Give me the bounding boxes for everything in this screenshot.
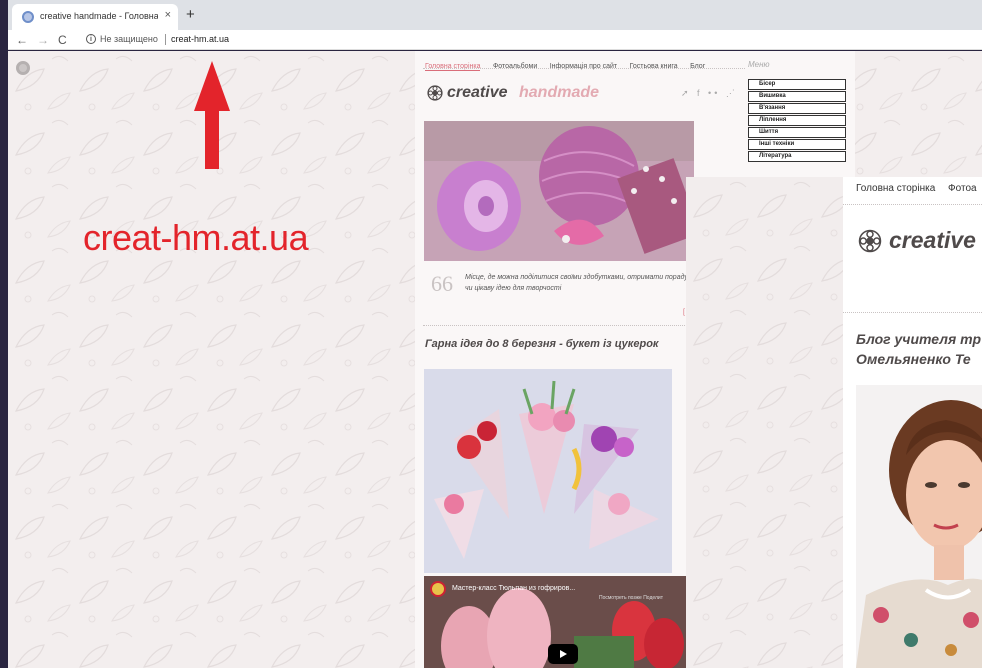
site-nav-item-home[interactable]: Головна сторінка (425, 63, 481, 71)
forward-button[interactable]: → (37, 33, 49, 47)
info-icon[interactable]: i (86, 34, 96, 44)
video-actions[interactable]: Посмотреть позже Поделит (599, 595, 663, 601)
menu-item-beads[interactable]: Бісер (748, 79, 846, 90)
hero-ribbons-image (424, 121, 694, 261)
site-nav-item-albums[interactable]: Фотоа (948, 183, 977, 194)
social-icons[interactable]: ➚ f •• ⋰ (681, 88, 738, 99)
quote-icon: 66 (431, 271, 453, 296)
author-portrait-image (856, 385, 982, 668)
arrow-up-icon (194, 61, 230, 169)
new-tab-button[interactable]: + (186, 6, 195, 23)
category-menu: Бісер Вишивка В'язання Ліплення Шиття Ін… (748, 79, 846, 163)
zoomed-content: Головна сторінка Фотоа creative Блог учи… (843, 177, 982, 668)
flower-logo-icon (427, 85, 443, 101)
menu-item-embroidery[interactable]: Вишивка (748, 91, 846, 102)
reload-button[interactable]: C (58, 33, 67, 47)
menu-title: Меню (748, 60, 770, 69)
address-bar[interactable]: i Не защищено creat-hm.at.ua (78, 32, 978, 48)
menu-item-other[interactable]: Інші техніки (748, 139, 846, 150)
blog-title-line-2: Омельяненко Те (856, 351, 971, 367)
zoomed-website-screenshot: Головна сторінка Фотоа creative Блог учи… (686, 177, 982, 668)
browser-tab[interactable]: creative handmade - Головна сторінка × (12, 4, 178, 30)
channel-avatar[interactable] (430, 581, 446, 597)
zoomed-site-nav: Головна сторінка Фотоа (856, 183, 982, 194)
annotation-caption: creat-hm.at.ua (83, 217, 309, 258)
site-favicon-icon (22, 11, 34, 23)
candy-bouquet-image (424, 369, 672, 573)
site-tagline: Місце, де можна поділитися своїми здобут… (465, 274, 688, 292)
play-icon[interactable] (548, 644, 578, 664)
url-text[interactable]: creat-hm.at.ua (171, 34, 229, 44)
menu-item-sewing[interactable]: Шиття (748, 127, 846, 138)
tab-title: creative handmade - Головна сторінка (40, 11, 158, 21)
site-nav-item-home[interactable]: Головна сторінка (856, 183, 935, 194)
video-player[interactable]: Мастер-класс Тюльпан из гофриров... Посм… (424, 576, 694, 668)
zoomed-blog-title: Блог учителя тр Омельяненко Те (856, 329, 982, 369)
menu-item-literature[interactable]: Література (748, 151, 846, 162)
divider (843, 204, 982, 205)
post-title[interactable]: Гарна ідея до 8 березня - букет із цукер… (425, 338, 659, 350)
divider (843, 312, 982, 313)
settings-icon[interactable] (16, 61, 30, 75)
video-title[interactable]: Мастер-класс Тюльпан из гофриров... (452, 585, 575, 592)
browser-tab-bar: creative handmade - Головна сторінка × + (8, 0, 982, 30)
logo-word-handmade: handmade (519, 84, 600, 101)
divider (423, 68, 745, 69)
security-status: Не защищено (100, 34, 158, 44)
zoomed-logo[interactable]: creative (889, 227, 976, 254)
close-icon[interactable]: × (165, 9, 171, 21)
menu-item-modeling[interactable]: Ліплення (748, 115, 846, 126)
flower-logo-icon (858, 229, 882, 253)
site-nav: Головна сторінка Фотоальбоми Інформація … (425, 55, 713, 71)
back-button[interactable]: ← (16, 33, 28, 47)
browser-toolbar: ← → C i Не защищено creat-hm.at.ua (8, 30, 982, 50)
logo-word-creative: creative (447, 84, 508, 101)
menu-item-knitting[interactable]: В'язання (748, 103, 846, 114)
page-viewport: creat-hm.at.ua Головна сторінка Фотоальб… (8, 51, 982, 668)
address-separator (165, 34, 166, 45)
blog-title-line-1: Блог учителя тр (856, 331, 982, 347)
